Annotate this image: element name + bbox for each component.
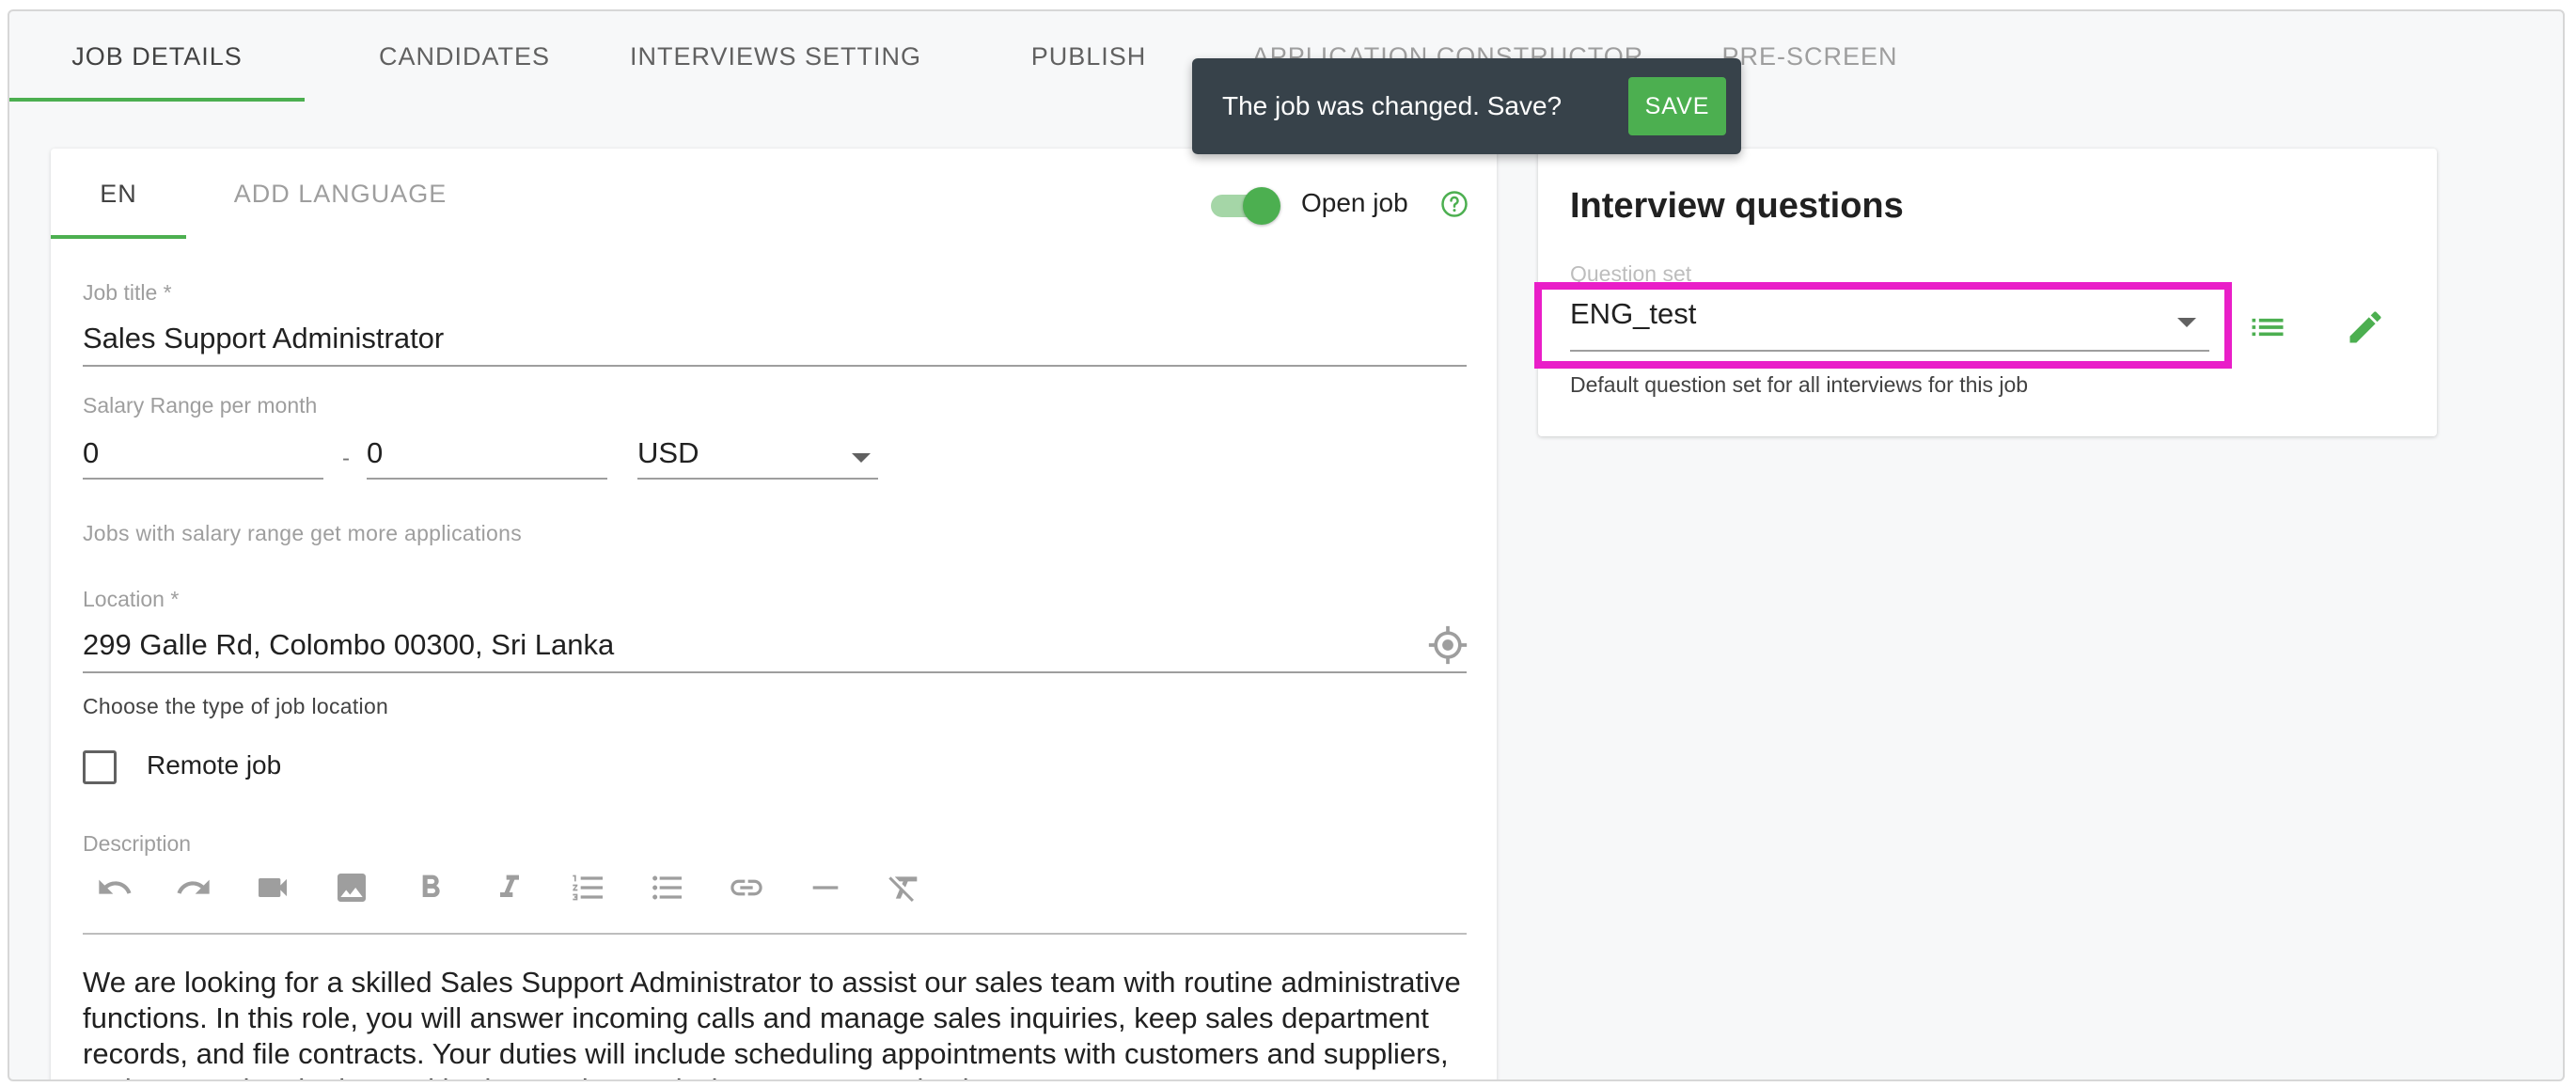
job-title-input[interactable]: Sales Support Administrator	[83, 322, 444, 355]
unsaved-changes-snackbar: The job was changed. Save? SAVE	[1192, 58, 1741, 154]
interview-questions-title: Interview questions	[1570, 186, 1904, 226]
job-title-underline	[83, 365, 1467, 367]
location-input[interactable]: 299 Galle Rd, Colombo 00300, Sri Lanka	[83, 628, 614, 662]
numbered-list-icon[interactable]	[566, 865, 611, 910]
video-icon[interactable]	[250, 865, 295, 910]
location-underline	[83, 671, 1467, 673]
job-title-label: Job title *	[83, 280, 172, 305]
salary-separator: -	[342, 446, 350, 471]
salary-hint: Jobs with salary range get more applicat…	[83, 521, 523, 545]
locate-icon[interactable]	[1427, 624, 1469, 666]
currency-underline	[637, 478, 878, 480]
bullet-list-icon[interactable]	[645, 865, 690, 910]
link-icon[interactable]	[724, 865, 769, 910]
edit-pencil-icon[interactable]	[2345, 307, 2386, 348]
italic-icon[interactable]	[487, 865, 532, 910]
currency-select[interactable]: USD	[637, 436, 699, 470]
location-type-label: Choose the type of job location	[83, 694, 389, 718]
toggle-knob	[1243, 187, 1280, 225]
open-job-label: Open job	[1301, 188, 1408, 217]
remote-job-checkbox[interactable]	[83, 750, 117, 784]
location-label: Location *	[83, 587, 180, 611]
salary-label: Salary Range per month	[83, 393, 318, 417]
undo-icon[interactable]	[92, 865, 137, 910]
tab-candidates[interactable]: CANDIDATES	[357, 11, 572, 102]
list-icon[interactable]	[2247, 307, 2288, 348]
chevron-down-icon	[2177, 318, 2196, 327]
salary-min-input[interactable]: 0	[83, 436, 99, 470]
salary-min-underline	[83, 478, 323, 480]
chevron-down-icon	[852, 453, 871, 463]
description-editor[interactable]: We are looking for a skilled Sales Suppo…	[83, 965, 1470, 1079]
bold-icon[interactable]	[408, 865, 453, 910]
add-language-tab[interactable]: ADD LANGUAGE	[224, 149, 457, 239]
tab-interviews-setting[interactable]: INTERVIEWS SETTING	[611, 11, 940, 102]
question-set-select[interactable]	[1570, 290, 2209, 342]
question-set-underline	[1570, 350, 2209, 352]
question-set-label: Question set	[1570, 261, 1692, 286]
app-frame: JOB DETAILS CANDIDATES INTERVIEWS SETTIN…	[8, 9, 2565, 1081]
toolbar-divider	[83, 933, 1467, 935]
editor-toolbar	[83, 854, 1467, 922]
save-button[interactable]: SAVE	[1628, 77, 1726, 135]
remote-job-label: Remote job	[147, 750, 282, 780]
description-label: Description	[83, 831, 192, 856]
salary-max-input[interactable]: 0	[367, 436, 383, 470]
tab-job-details[interactable]: JOB DETAILS	[9, 11, 305, 102]
help-icon[interactable]	[1440, 190, 1469, 218]
clear-format-icon[interactable]	[882, 865, 927, 910]
open-job-toggle[interactable]	[1211, 186, 1282, 225]
interview-questions-card: Interview questions Question set ENG_tes…	[1534, 149, 2437, 436]
salary-max-underline	[367, 478, 607, 480]
horizontal-rule-icon[interactable]	[803, 865, 848, 910]
tab-publish[interactable]: PUBLISH	[997, 11, 1181, 102]
snackbar-message: The job was changed. Save?	[1222, 91, 1563, 120]
image-icon[interactable]	[329, 865, 374, 910]
language-tab-en[interactable]: EN	[51, 149, 186, 239]
job-details-card: EN ADD LANGUAGE Open job Job title * Sal…	[51, 149, 1497, 1079]
question-set-hint: Default question set for all interviews …	[1570, 372, 2029, 397]
redo-icon[interactable]	[171, 865, 216, 910]
